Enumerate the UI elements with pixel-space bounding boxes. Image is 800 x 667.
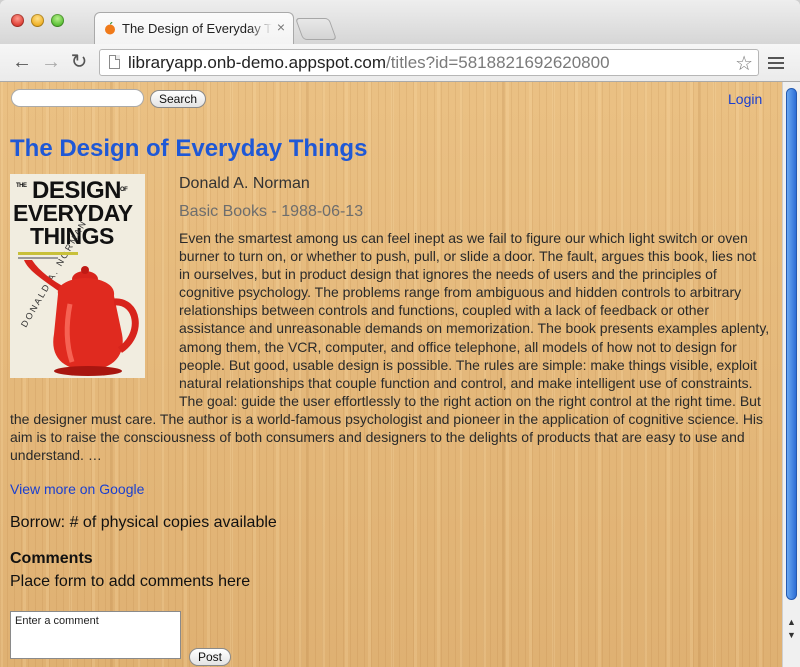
comments-heading: Comments <box>10 550 93 567</box>
fruit-favicon-icon <box>105 22 115 35</box>
book-author: Donald A. Norman <box>179 175 310 192</box>
book-publisher-date: Basic Books - 1988-06-13 <box>179 203 364 220</box>
browser-window: The Design of Everyday Things × ← → ↻ li… <box>0 0 800 667</box>
post-button[interactable]: Post <box>189 648 232 666</box>
vertical-scrollbar[interactable]: ▲ ▼ <box>782 82 800 667</box>
window-maximize-icon[interactable] <box>51 14 64 27</box>
window-close-icon[interactable] <box>11 14 24 27</box>
scroll-down-arrow-icon[interactable]: ▼ <box>787 630 796 640</box>
window-minimize-icon[interactable] <box>31 14 44 27</box>
url-host: libraryapp.onb-demo.appspot.com <box>128 53 386 72</box>
search-button[interactable]: Search <box>150 90 207 108</box>
address-bar[interactable]: libraryapp.onb-demo.appspot.com/titles?i… <box>99 49 759 76</box>
url-path: /titles?id=5818821692620800 <box>385 53 610 72</box>
search-input[interactable] <box>11 89 144 107</box>
browser-toolbar: ← → ↻ libraryapp.onb-demo.appspot.com/ti… <box>0 44 800 82</box>
cover-spacer <box>10 229 179 405</box>
page-icon <box>109 55 120 69</box>
back-arrow-icon[interactable]: ← <box>11 52 33 74</box>
bookmark-star-icon[interactable]: ☆ <box>735 51 753 76</box>
scroll-up-arrow-icon[interactable]: ▲ <box>787 617 796 627</box>
url-text: libraryapp.onb-demo.appspot.com/titles?i… <box>128 53 610 73</box>
login-link[interactable]: Login <box>728 91 762 107</box>
tab-title: The Design of Everyday Things <box>122 21 272 36</box>
tab-strip: The Design of Everyday Things × <box>0 0 800 44</box>
tab-book[interactable]: The Design of Everyday Things × <box>94 12 294 44</box>
comment-input[interactable]: Enter a comment <box>10 611 181 659</box>
book-title: The Design of Everyday Things <box>10 135 368 162</box>
book-description: Even the smartest among us can feel inep… <box>10 229 770 464</box>
borrow-info: Borrow: # of physical copies available <box>10 514 277 531</box>
page-viewport: Search Login The Design of Everyday Thin… <box>0 82 782 667</box>
tab-close-icon[interactable]: × <box>277 19 285 35</box>
view-on-google-link[interactable]: View more on Google <box>10 481 144 497</box>
forward-arrow-icon[interactable]: → <box>40 52 62 74</box>
comments-note: Place form to add comments here <box>10 573 251 590</box>
new-tab-button[interactable] <box>294 18 338 40</box>
scrollbar-thumb[interactable] <box>786 88 797 600</box>
menu-icon[interactable] <box>768 57 784 72</box>
reload-icon[interactable]: ↻ <box>68 52 90 74</box>
